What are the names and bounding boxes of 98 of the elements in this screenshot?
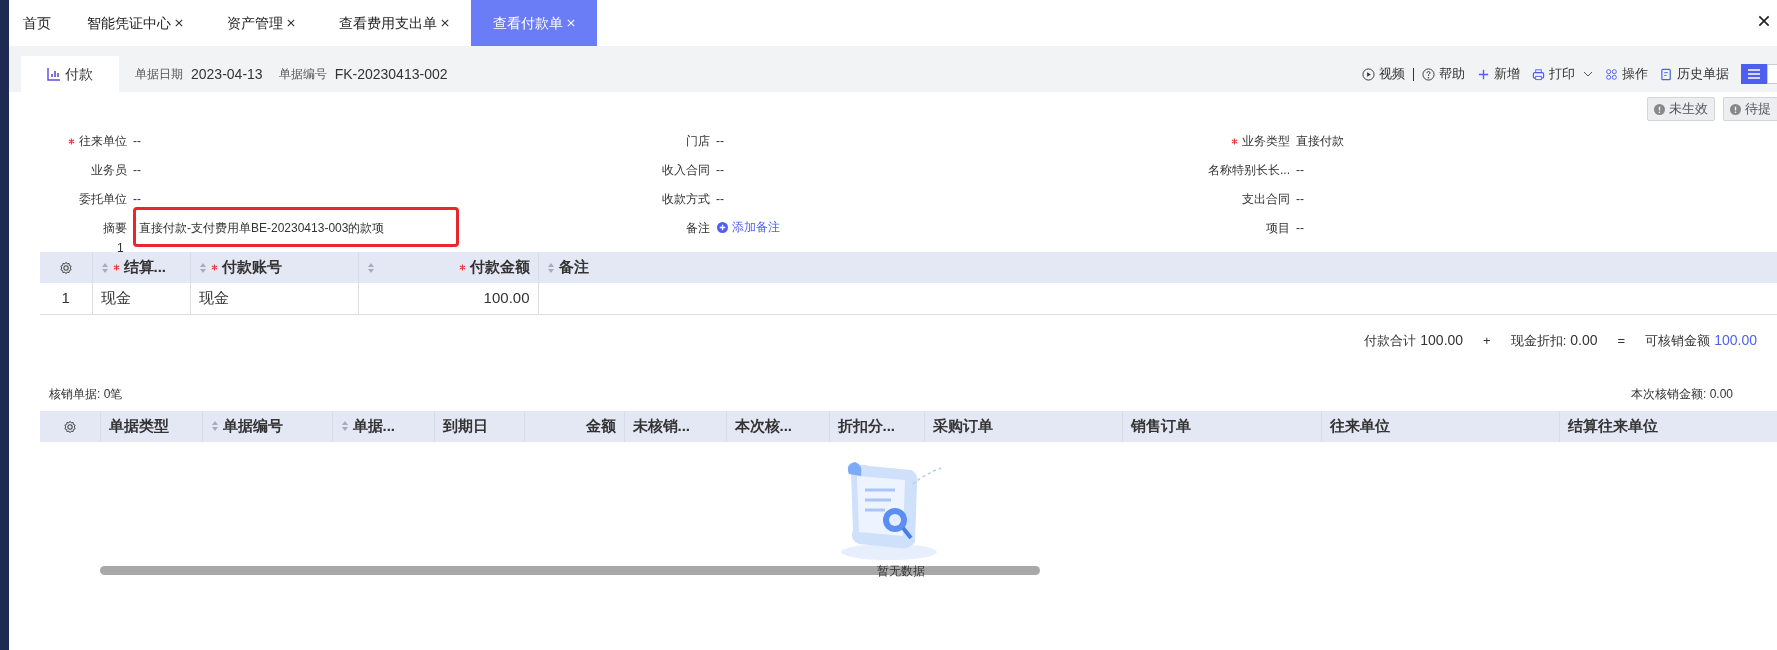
column-header[interactable]: 单据... [332, 410, 434, 442]
table-cell: 1 [40, 283, 92, 314]
field-value: -- [133, 191, 141, 208]
field-value: -- [1296, 162, 1304, 179]
list-icon [1748, 69, 1760, 79]
tab[interactable]: 查看费用支出单 [317, 0, 471, 46]
toolbar-button[interactable]: 历史单据 [1660, 64, 1729, 84]
toolbar-button[interactable]: 帮助 [1422, 64, 1465, 84]
field-label: 业务类型 [1242, 133, 1290, 150]
add-note-link[interactable]: 添加备注 [717, 215, 780, 236]
column-header[interactable]: 单据编号 [202, 410, 332, 442]
help-icon [1422, 67, 1435, 81]
empty-text: 暂无数据 [877, 562, 925, 580]
field-label: 往来单位 [79, 133, 127, 150]
field-label: 备注 [686, 220, 710, 237]
field-label: 摘要 [103, 220, 127, 237]
toolbar-button[interactable]: 操作 [1605, 64, 1648, 84]
field-value: 2023-04-13 [191, 64, 263, 84]
writeoff-amount: 本次核销金额: 0.00 [1630, 385, 1733, 403]
column-header[interactable]: 结算... [92, 252, 190, 283]
field-label: 收款方式 [662, 191, 710, 208]
status-button[interactable]: 待提 [1723, 97, 1777, 121]
grid-icon [1605, 67, 1618, 81]
column-header[interactable]: 结算往来单位 [1559, 410, 1777, 442]
sort-icon[interactable] [100, 261, 109, 274]
field-label: 单据日期 [135, 66, 183, 83]
table-cell: 100.00 [358, 283, 538, 314]
settings-icon[interactable] [40, 252, 92, 283]
scrollbar[interactable] [100, 565, 1040, 575]
tab[interactable]: 智能凭证中心 [65, 0, 205, 46]
close-icon[interactable] [287, 19, 295, 27]
field-value: FK-20230413-002 [334, 64, 448, 84]
toolbar-button[interactable]: 视频 [1362, 64, 1405, 84]
field-label: 门店 [686, 133, 710, 150]
field-value: 直接付款-支付费用单BE-20230413-003的款项 [139, 220, 385, 237]
field-label: 单据编号 [278, 66, 327, 83]
sort-icon[interactable] [340, 420, 349, 432]
column-header[interactable]: 折扣分... [829, 410, 924, 442]
field-value: -- [716, 191, 724, 208]
column-header[interactable]: 采购订单 [924, 410, 1122, 442]
column-header[interactable]: 单据类型 [100, 410, 202, 442]
plus-icon [1477, 67, 1490, 81]
field-label: 名称特别长长... [1208, 162, 1290, 179]
field-value: -- [133, 133, 141, 150]
total-label: 付款合计 [1364, 331, 1417, 350]
document-icon [1660, 67, 1673, 81]
column-header[interactable]: 付款账号 [190, 252, 358, 283]
tab[interactable]: 资产管理 [205, 0, 317, 46]
table-cell: 现金 [190, 283, 358, 314]
writeoff-count: 核销单据: 0笔 [49, 385, 123, 403]
field-value: -- [716, 133, 724, 150]
field-label: 业务员 [91, 162, 127, 179]
total-value: 0.00 [1570, 331, 1598, 350]
column-header[interactable]: 未核销... [624, 410, 726, 442]
operator: + [1483, 331, 1491, 350]
field-value: -- [716, 162, 724, 179]
plus-circle-icon [717, 221, 728, 233]
field-value: -- [1296, 220, 1304, 237]
status-button[interactable]: 未生效 [1647, 97, 1715, 121]
info-icon [1730, 103, 1741, 115]
document-tab[interactable]: 付款 [21, 56, 119, 92]
printer-icon [1532, 67, 1545, 81]
sort-icon[interactable] [210, 420, 219, 432]
column-header[interactable]: 到期日 [434, 410, 524, 442]
play-icon [1362, 67, 1375, 81]
column-header[interactable]: 本次核... [726, 410, 829, 442]
info-icon [1654, 103, 1665, 115]
column-header[interactable]: 备注 [538, 252, 1777, 283]
close-icon[interactable] [175, 19, 183, 27]
field-value: -- [133, 162, 141, 179]
chart-icon [47, 67, 61, 81]
field-value: -- [1296, 191, 1304, 208]
total-label: 现金折扣: [1510, 331, 1567, 350]
sort-icon[interactable] [546, 261, 555, 274]
total-label: 可核销金额 [1645, 331, 1711, 350]
column-header[interactable]: 金额 [524, 410, 624, 442]
field-value: 直接付款 [1296, 133, 1344, 150]
field-label: 项目 [1266, 220, 1290, 237]
operator: = [1617, 331, 1626, 350]
total-value: 100.00 [1420, 331, 1464, 350]
close-icon[interactable] [441, 19, 449, 27]
table-cell: 现金 [92, 283, 190, 314]
settings-icon[interactable] [40, 410, 100, 442]
column-header[interactable]: 销售订单 [1122, 410, 1321, 442]
field-label: 收入合同 [662, 162, 710, 179]
column-header[interactable]: 付款金额 [358, 252, 538, 283]
tab[interactable]: 查看付款单 [471, 0, 597, 46]
toolbar-button[interactable]: 打印 [1532, 64, 1575, 84]
toolbar-button[interactable]: 新增 [1477, 64, 1520, 84]
tab[interactable]: 首页 [9, 0, 65, 46]
field-label: 支出合同 [1242, 191, 1290, 208]
field-label: 委托单位 [79, 191, 127, 208]
sort-icon[interactable] [366, 261, 375, 274]
list-view-button[interactable] [1741, 64, 1767, 84]
total-value: 100.00 [1714, 331, 1757, 350]
caret-icon[interactable] [1583, 71, 1593, 77]
column-header[interactable]: 往来单位 [1321, 410, 1559, 442]
sort-icon[interactable] [198, 261, 207, 274]
